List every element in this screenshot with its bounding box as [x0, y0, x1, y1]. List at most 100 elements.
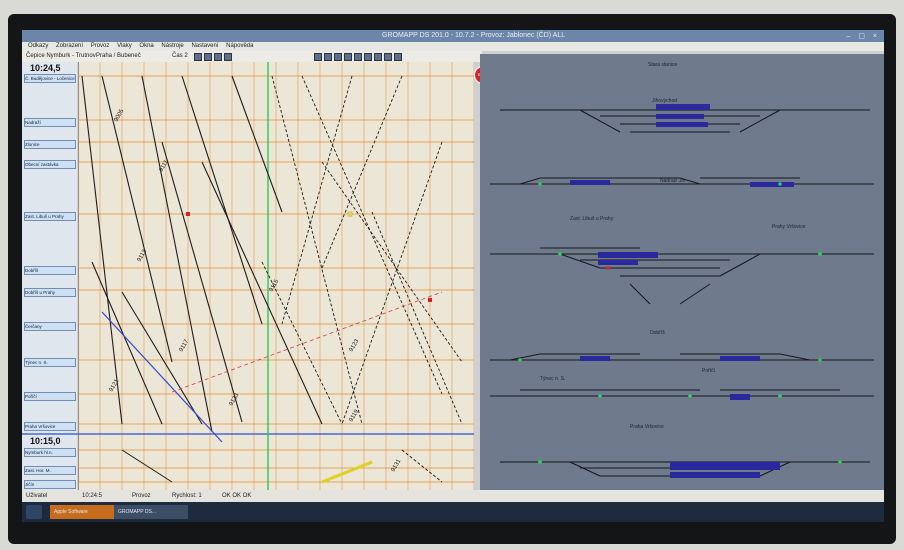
diagram-label: Jihovýchod [652, 98, 678, 104]
train-graph-canvas[interactable]: 9005911191139115911791199121912391319133 [22, 62, 474, 490]
signal-light [818, 252, 822, 256]
signal-light [558, 252, 562, 256]
track-diagram-canvas[interactable] [480, 54, 884, 490]
occupied-block [656, 104, 710, 110]
occupied-block [720, 356, 760, 361]
track-switch [569, 461, 601, 477]
occupied-block [730, 394, 750, 400]
diagram-label: Nádraží Jih [660, 178, 686, 184]
train-path [231, 75, 283, 213]
lock-icon[interactable] [354, 53, 362, 61]
train-number-label: 9121 [109, 378, 121, 393]
refresh-icon[interactable] [374, 53, 382, 61]
statusbar: Uživatel 10:24:5 Provoz Rychlost: 1 OK O… [22, 490, 884, 502]
area-label: Praha / Bubeneč [96, 53, 141, 59]
signal-light [538, 182, 542, 186]
page-selector[interactable]: Čas 2 [172, 51, 188, 62]
train-path [181, 75, 263, 325]
occupied-block [598, 252, 658, 258]
signal-light [688, 394, 692, 398]
train-path [321, 161, 463, 363]
diagram-label: Poříčí [702, 368, 716, 374]
track-switch [509, 353, 541, 361]
taskbar-app-button[interactable]: GROMAPP DS... [114, 505, 188, 519]
track-switch [559, 253, 601, 269]
help-icon[interactable] [394, 53, 402, 61]
train-path [271, 75, 363, 425]
occupied-block [670, 472, 760, 478]
train-number-label: 9005 [114, 108, 126, 123]
menu-item[interactable]: Vlaky [117, 43, 132, 49]
track-switch [719, 253, 761, 277]
zoom-in-icon[interactable] [194, 53, 202, 61]
settings-icon[interactable] [364, 53, 372, 61]
train-path [201, 161, 323, 425]
menu-item[interactable]: Nastavení [191, 43, 218, 49]
warning-icon[interactable] [344, 53, 352, 61]
occupied-block [570, 180, 610, 185]
taskbar-app-button[interactable]: Apple Software [50, 505, 118, 519]
menu-item[interactable]: Okna [139, 43, 153, 49]
occupied-block [656, 114, 704, 119]
track-switch [579, 109, 621, 133]
train-path [121, 449, 173, 483]
track-switch [779, 353, 811, 361]
occupied-block [750, 182, 794, 187]
window-title: GROMAPP DS 201.0 - 10.7.2 - Provoz: Jabl… [382, 32, 566, 39]
print-icon[interactable] [224, 53, 232, 61]
train-path [301, 75, 443, 395]
track-switch [679, 283, 711, 305]
track-switch [739, 109, 781, 133]
window-titlebar: GROMAPP DS 201.0 - 10.7.2 - Provoz: Jabl… [22, 30, 884, 42]
diagram-label: Stará stanice [648, 62, 678, 68]
train-path-planned [171, 291, 443, 393]
menu-item[interactable]: Odkazy [28, 43, 48, 49]
info-icon[interactable] [384, 53, 392, 61]
menubar: Odkazy Zobrazení Provoz Vlaky Okna Nástr… [22, 42, 884, 51]
train-path [81, 75, 123, 425]
signal-icon[interactable] [324, 53, 332, 61]
signal-light [778, 182, 782, 186]
train-path [321, 75, 403, 269]
occupied-block [598, 260, 638, 265]
grid-icon[interactable] [214, 53, 222, 61]
train-graph[interactable]: 10:24,5 Č. Budějovice - Ločenice Nadraží… [22, 62, 474, 490]
train-number-label: 9115 [269, 278, 281, 293]
toolbar: Čepice Nymburk - Trutnov Praha / Bubeneč… [22, 51, 482, 62]
status-user: Uživatel [26, 493, 48, 499]
train-path-highlight [321, 460, 373, 484]
diagram-label: Praha Vršovice [630, 424, 664, 430]
menu-item[interactable]: Provoz [91, 43, 110, 49]
menu-item[interactable]: Nástroje [161, 43, 183, 49]
train-number-label: 9131 [391, 458, 403, 473]
diagram-label: Zast. Libuš u Prahy [570, 216, 614, 222]
conflict-marker [186, 212, 190, 216]
menu-item[interactable]: Nápověda [226, 43, 253, 49]
signal-light [598, 394, 602, 398]
train-path-selected [101, 311, 223, 443]
status-connection: OK OK OK [222, 493, 252, 499]
route-icon[interactable] [334, 53, 342, 61]
signal-light [778, 394, 782, 398]
train-path [141, 75, 213, 433]
train-number-label: 9123 [349, 338, 361, 353]
menu-item[interactable]: Zobrazení [56, 43, 83, 49]
zoom-out-icon[interactable] [204, 53, 212, 61]
screen: GROMAPP DS 201.0 - 10.7.2 - Provoz: Jabl… [22, 30, 884, 522]
start-icon[interactable] [26, 505, 42, 519]
signal-light [838, 460, 842, 464]
train-icon[interactable] [314, 53, 322, 61]
signal-light [818, 358, 822, 362]
occupied-block [656, 122, 708, 127]
signal-light [518, 358, 522, 362]
train-path [281, 75, 353, 325]
track-diagram[interactable]: Stará stanice Jihovýchod Nádraží Jih Zas… [480, 54, 884, 490]
track-switch [519, 177, 541, 185]
status-speed: Rychlost: 1 [172, 493, 202, 499]
conflict-marker [428, 298, 432, 302]
train-number-label: 9117 [179, 338, 191, 353]
diagram-label: Prahy Vršovice [772, 224, 806, 230]
track-switch [629, 283, 651, 305]
train-path [101, 75, 173, 363]
signal-light [538, 460, 542, 464]
